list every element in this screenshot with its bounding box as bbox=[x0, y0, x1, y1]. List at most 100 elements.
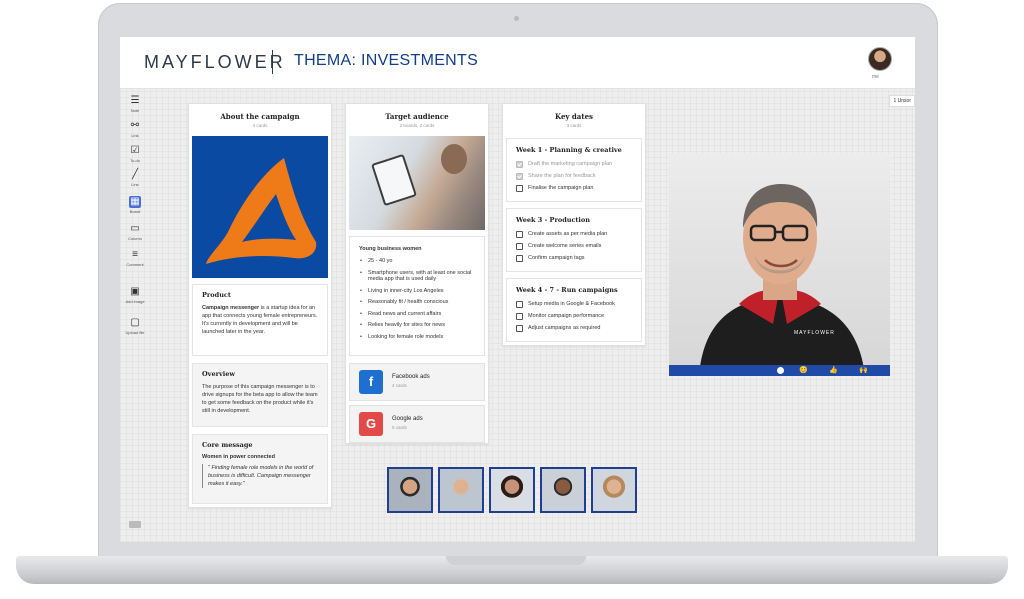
tool-note[interactable]: ☰ Note bbox=[124, 95, 146, 113]
core-message-card[interactable]: Core message Women in power connected " … bbox=[192, 434, 328, 504]
board-icon: ▦ bbox=[129, 196, 141, 208]
participant-thumb[interactable] bbox=[591, 467, 637, 513]
checkbox[interactable] bbox=[516, 160, 523, 168]
participant-thumb[interactable] bbox=[540, 467, 586, 513]
week-card-1[interactable]: Week 1 - Planning & creative Draft the m… bbox=[506, 138, 642, 202]
participant-thumb[interactable] bbox=[438, 467, 484, 513]
board-facebook-ads[interactable]: f Facebook ads 4 cards bbox=[349, 363, 485, 401]
checkbox[interactable] bbox=[516, 172, 523, 180]
participant-thumb[interactable] bbox=[489, 467, 535, 513]
column-icon: ▭ bbox=[130, 223, 140, 234]
tool-sidebar: ☰ Note ⚯ Link ☑ To-do ╱ Line ▦ Board ▭ C… bbox=[120, 89, 150, 542]
board-card-count: 4 cards bbox=[392, 383, 407, 388]
week-card-3[interactable]: Week 3 - Production Create assets as per… bbox=[506, 208, 642, 272]
product-card[interactable]: Product Campaign messenger is a startup … bbox=[192, 284, 328, 356]
audience-list-card[interactable]: Young business women 25 - 40 yo Smartphon… bbox=[349, 236, 485, 356]
webcam-dot bbox=[514, 16, 519, 21]
tool-comment[interactable]: ≡ Comment bbox=[124, 249, 146, 267]
video-control-bar: 😊 👍 🙌 bbox=[669, 365, 890, 376]
task-list: Draft the marketing campaign plan Share … bbox=[516, 158, 632, 194]
link-icon: ⚯ bbox=[130, 120, 140, 131]
logo-divider bbox=[272, 50, 273, 74]
checkbox[interactable] bbox=[516, 184, 523, 192]
mayflower-logo[interactable]: MAYFLOWER bbox=[144, 52, 286, 73]
participant-thumb[interactable] bbox=[387, 467, 433, 513]
tool-label: To-do bbox=[129, 158, 140, 163]
trash-icon[interactable] bbox=[129, 521, 141, 528]
audience-list-item: Living in inner-city Los Angeles bbox=[359, 288, 475, 295]
column-card-count: 3 cards bbox=[566, 123, 582, 128]
checkbox[interactable] bbox=[516, 312, 523, 320]
top-bar: MAYFLOWER THEMA: INVESTMENTS me bbox=[120, 37, 915, 89]
tool-column[interactable]: ▭ Column bbox=[124, 223, 146, 241]
record-dot[interactable] bbox=[777, 367, 784, 374]
app-screen: MAYFLOWER THEMA: INVESTMENTS me 1 Unsor … bbox=[120, 37, 915, 542]
laptop-notch bbox=[446, 556, 586, 565]
card-body: Campaign messenger is a startup idea for… bbox=[202, 304, 318, 336]
video-person bbox=[699, 184, 865, 376]
board-google-ads[interactable]: G Google ads 5 cards bbox=[349, 405, 485, 443]
column-card-count: 4 cards bbox=[252, 123, 268, 128]
tool-todo[interactable]: ☑ To-do bbox=[124, 145, 146, 163]
checkbox[interactable] bbox=[516, 324, 523, 332]
task-item[interactable]: Adjust campaigns as required bbox=[516, 322, 632, 334]
column-card-count: 2 boards, 2 cards bbox=[399, 123, 435, 128]
week-card-4-7[interactable]: Week 4 - 7 - Run campaigns Setup media i… bbox=[506, 278, 642, 342]
audience-list: 25 - 40 yo Smartphone users, with at leas… bbox=[359, 258, 475, 340]
task-item[interactable]: Share the plan for feedback bbox=[516, 170, 632, 182]
reaction-raised-hands-icon[interactable]: 🙌 bbox=[859, 366, 868, 374]
board-name: Google ads bbox=[392, 416, 423, 422]
tool-link[interactable]: ⚯ Link bbox=[124, 120, 146, 138]
column-key-dates[interactable]: Key dates 3 cards Week 1 - Planning & cr… bbox=[502, 103, 646, 346]
tool-label: Add image bbox=[125, 299, 145, 304]
person-head-shape bbox=[441, 144, 467, 174]
task-item[interactable]: Create welcome series emails bbox=[516, 240, 632, 252]
task-item[interactable]: Monitor campaign performance bbox=[516, 310, 632, 322]
task-list: Setup media in Google & Facebook Monitor… bbox=[516, 298, 632, 334]
card-heading: Week 4 - 7 - Run campaigns bbox=[516, 286, 618, 294]
column-target-audience[interactable]: Target audience 2 boards, 2 cards Young … bbox=[345, 103, 489, 444]
audience-photo bbox=[349, 136, 485, 230]
reaction-smile-icon[interactable]: 😊 bbox=[799, 366, 808, 374]
tool-board[interactable]: ▦ Board bbox=[124, 196, 146, 214]
task-item[interactable]: Finalise the campaign plan bbox=[516, 182, 632, 194]
core-message-title: Women in power connected bbox=[202, 454, 275, 460]
column-about-campaign[interactable]: About the campaign 4 cards Product Campa… bbox=[188, 103, 332, 508]
card-heading: Week 1 - Planning & creative bbox=[516, 146, 622, 154]
tool-line[interactable]: ╱ Line bbox=[124, 169, 146, 187]
overview-card[interactable]: Overview The purpose of this campaign me… bbox=[192, 363, 328, 427]
checkbox[interactable] bbox=[516, 254, 523, 262]
hoodie-logo: MAYFLOWER bbox=[794, 330, 835, 336]
note-icon: ☰ bbox=[130, 95, 140, 106]
audience-list-item: Smartphone users, with at least one soci… bbox=[359, 270, 475, 283]
tool-label: Board bbox=[129, 209, 141, 214]
video-call-tile[interactable]: MAYFLOWER 😊 👍 🙌 bbox=[669, 154, 890, 376]
user-menu-label[interactable]: me bbox=[872, 74, 879, 80]
unsorted-tab[interactable]: 1 Unsor bbox=[889, 95, 915, 107]
product-name: Campaign messenger bbox=[202, 305, 260, 311]
task-text: Create assets as per media plan bbox=[528, 231, 608, 237]
task-item[interactable]: Draft the marketing campaign plan bbox=[516, 158, 632, 170]
task-item[interactable]: Setup media in Google & Facebook bbox=[516, 298, 632, 310]
card-body: The purpose of this campaign messenger i… bbox=[202, 384, 318, 414]
google-icon: G bbox=[359, 412, 383, 436]
checkbox[interactable] bbox=[516, 230, 523, 238]
tool-label: Line bbox=[131, 182, 139, 187]
checkbox[interactable] bbox=[516, 242, 523, 250]
image-icon: ▣ bbox=[130, 286, 140, 297]
task-item[interactable]: Create assets as per media plan bbox=[516, 228, 632, 240]
audience-list-item: Reasonably fit / health conscious bbox=[359, 299, 475, 306]
tool-label: Note bbox=[130, 108, 140, 113]
task-list: Create assets as per media plan Create w… bbox=[516, 228, 632, 264]
comment-icon: ≡ bbox=[132, 249, 138, 260]
task-item[interactable]: Confirm campaign tags bbox=[516, 252, 632, 264]
user-avatar[interactable] bbox=[868, 47, 892, 71]
card-heading: Core message bbox=[202, 441, 253, 449]
tool-label: Comment bbox=[126, 262, 144, 267]
task-text: Monitor campaign performance bbox=[528, 313, 605, 319]
checkbox[interactable] bbox=[516, 300, 523, 308]
board-title: THEMA: INVESTMENTS bbox=[294, 52, 479, 69]
tool-upload-file[interactable]: ▢ Upload file bbox=[124, 317, 146, 335]
reaction-thumbs-up-icon[interactable]: 👍 bbox=[829, 366, 838, 374]
tool-add-image[interactable]: ▣ Add image bbox=[124, 286, 146, 304]
